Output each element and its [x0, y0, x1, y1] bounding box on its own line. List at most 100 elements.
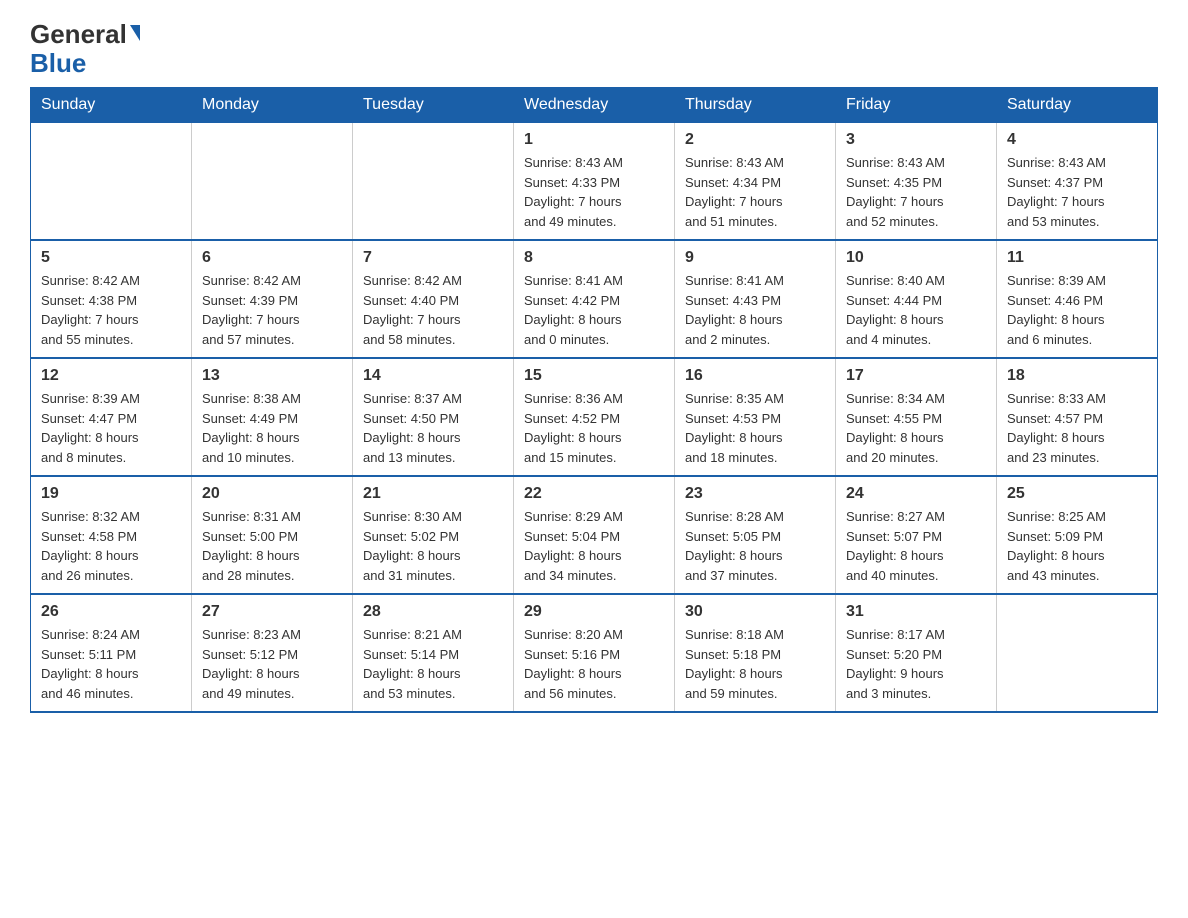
day-number: 5	[41, 249, 181, 267]
day-number: 12	[41, 367, 181, 385]
calendar-cell: 17 Sunrise: 8:34 AM Sunset: 4:55 PM Dayli…	[836, 358, 997, 476]
day-number: 15	[524, 367, 664, 385]
day-number: 2	[685, 131, 825, 149]
day-number: 7	[363, 249, 503, 267]
day-number: 8	[524, 249, 664, 267]
weekday-header-tuesday: Tuesday	[353, 88, 514, 123]
calendar-week-1: 1 Sunrise: 8:43 AM Sunset: 4:33 PM Daylig…	[31, 123, 1158, 241]
day-info: Sunrise: 8:24 AM Sunset: 5:11 PM Dayligh…	[41, 625, 181, 703]
calendar-cell: 28 Sunrise: 8:21 AM Sunset: 5:14 PM Dayli…	[353, 594, 514, 712]
calendar-cell: 9 Sunrise: 8:41 AM Sunset: 4:43 PM Daylig…	[675, 240, 836, 358]
calendar-cell: 30 Sunrise: 8:18 AM Sunset: 5:18 PM Dayli…	[675, 594, 836, 712]
day-number: 31	[846, 603, 986, 621]
logo-triangle-icon	[130, 25, 140, 41]
calendar-cell: 22 Sunrise: 8:29 AM Sunset: 5:04 PM Dayli…	[514, 476, 675, 594]
calendar-cell	[192, 123, 353, 241]
weekday-header-thursday: Thursday	[675, 88, 836, 123]
day-info: Sunrise: 8:18 AM Sunset: 5:18 PM Dayligh…	[685, 625, 825, 703]
calendar-cell: 24Sunrise: 8:27 AM Sunset: 5:07 PM Dayli…	[836, 476, 997, 594]
day-number: 4	[1007, 131, 1147, 149]
day-number: 14	[363, 367, 503, 385]
calendar-cell: 26 Sunrise: 8:24 AM Sunset: 5:11 PM Dayli…	[31, 594, 192, 712]
day-info: Sunrise: 8:36 AM Sunset: 4:52 PM Dayligh…	[524, 389, 664, 467]
day-info: Sunrise: 8:43 AM Sunset: 4:33 PM Dayligh…	[524, 153, 664, 231]
calendar-cell: 19 Sunrise: 8:32 AM Sunset: 4:58 PM Dayli…	[31, 476, 192, 594]
day-info: Sunrise: 8:21 AM Sunset: 5:14 PM Dayligh…	[363, 625, 503, 703]
logo-general: General	[30, 19, 127, 49]
calendar-cell: 5 Sunrise: 8:42 AM Sunset: 4:38 PM Daylig…	[31, 240, 192, 358]
day-number: 29	[524, 603, 664, 621]
calendar-cell: 25Sunrise: 8:25 AM Sunset: 5:09 PM Dayli…	[997, 476, 1158, 594]
day-number: 22	[524, 485, 664, 503]
day-info: Sunrise: 8:42 AM Sunset: 4:39 PM Dayligh…	[202, 271, 342, 349]
calendar-cell: 7 Sunrise: 8:42 AM Sunset: 4:40 PM Daylig…	[353, 240, 514, 358]
day-info: Sunrise: 8:41 AM Sunset: 4:42 PM Dayligh…	[524, 271, 664, 349]
weekday-header-monday: Monday	[192, 88, 353, 123]
weekday-header-sunday: Sunday	[31, 88, 192, 123]
calendar-table: SundayMondayTuesdayWednesdayThursdayFrid…	[30, 87, 1158, 713]
day-number: 3	[846, 131, 986, 149]
day-number: 9	[685, 249, 825, 267]
day-number: 10	[846, 249, 986, 267]
day-info: Sunrise: 8:43 AM Sunset: 4:37 PM Dayligh…	[1007, 153, 1147, 231]
calendar-cell: 4 Sunrise: 8:43 AM Sunset: 4:37 PM Daylig…	[997, 123, 1158, 241]
calendar-cell: 15 Sunrise: 8:36 AM Sunset: 4:52 PM Dayli…	[514, 358, 675, 476]
calendar-week-5: 26 Sunrise: 8:24 AM Sunset: 5:11 PM Dayli…	[31, 594, 1158, 712]
day-number: 1	[524, 131, 664, 149]
calendar-cell: 13 Sunrise: 8:38 AM Sunset: 4:49 PM Dayli…	[192, 358, 353, 476]
day-info: Sunrise: 8:35 AM Sunset: 4:53 PM Dayligh…	[685, 389, 825, 467]
weekday-header-row: SundayMondayTuesdayWednesdayThursdayFrid…	[31, 88, 1158, 123]
day-info: Sunrise: 8:39 AM Sunset: 4:47 PM Dayligh…	[41, 389, 181, 467]
day-info: Sunrise: 8:42 AM Sunset: 4:38 PM Dayligh…	[41, 271, 181, 349]
day-number: 26	[41, 603, 181, 621]
day-info: Sunrise: 8:28 AM Sunset: 5:05 PM Dayligh…	[685, 507, 825, 585]
day-number: 28	[363, 603, 503, 621]
weekday-header-saturday: Saturday	[997, 88, 1158, 123]
day-number: 18	[1007, 367, 1147, 385]
calendar-cell: 11 Sunrise: 8:39 AM Sunset: 4:46 PM Dayli…	[997, 240, 1158, 358]
day-number: 21	[363, 485, 503, 503]
day-number: 11	[1007, 249, 1147, 267]
calendar-week-4: 19 Sunrise: 8:32 AM Sunset: 4:58 PM Dayli…	[31, 476, 1158, 594]
logo-blue: Blue	[30, 48, 86, 78]
calendar-cell: 6 Sunrise: 8:42 AM Sunset: 4:39 PM Daylig…	[192, 240, 353, 358]
logo: General Blue	[30, 20, 140, 77]
day-number: 23	[685, 485, 825, 503]
day-info: Sunrise: 8:32 AM Sunset: 4:58 PM Dayligh…	[41, 507, 181, 585]
day-info: Sunrise: 8:29 AM Sunset: 5:04 PM Dayligh…	[524, 507, 664, 585]
calendar-week-2: 5 Sunrise: 8:42 AM Sunset: 4:38 PM Daylig…	[31, 240, 1158, 358]
day-number: 6	[202, 249, 342, 267]
day-number: 24	[846, 485, 986, 503]
day-info: Sunrise: 8:17 AM Sunset: 5:20 PM Dayligh…	[846, 625, 986, 703]
day-number: 19	[41, 485, 181, 503]
day-info: Sunrise: 8:43 AM Sunset: 4:34 PM Dayligh…	[685, 153, 825, 231]
day-number: 17	[846, 367, 986, 385]
day-info: Sunrise: 8:41 AM Sunset: 4:43 PM Dayligh…	[685, 271, 825, 349]
calendar-cell: 27Sunrise: 8:23 AM Sunset: 5:12 PM Dayli…	[192, 594, 353, 712]
day-info: Sunrise: 8:34 AM Sunset: 4:55 PM Dayligh…	[846, 389, 986, 467]
day-info: Sunrise: 8:39 AM Sunset: 4:46 PM Dayligh…	[1007, 271, 1147, 349]
calendar-cell: 14 Sunrise: 8:37 AM Sunset: 4:50 PM Dayli…	[353, 358, 514, 476]
calendar-cell: 8 Sunrise: 8:41 AM Sunset: 4:42 PM Daylig…	[514, 240, 675, 358]
day-info: Sunrise: 8:33 AM Sunset: 4:57 PM Dayligh…	[1007, 389, 1147, 467]
day-info: Sunrise: 8:43 AM Sunset: 4:35 PM Dayligh…	[846, 153, 986, 231]
day-number: 30	[685, 603, 825, 621]
calendar-cell: 23 Sunrise: 8:28 AM Sunset: 5:05 PM Dayli…	[675, 476, 836, 594]
calendar-cell: 31 Sunrise: 8:17 AM Sunset: 5:20 PM Dayli…	[836, 594, 997, 712]
day-number: 20	[202, 485, 342, 503]
day-info: Sunrise: 8:31 AM Sunset: 5:00 PM Dayligh…	[202, 507, 342, 585]
calendar-cell: 29Sunrise: 8:20 AM Sunset: 5:16 PM Dayli…	[514, 594, 675, 712]
day-info: Sunrise: 8:38 AM Sunset: 4:49 PM Dayligh…	[202, 389, 342, 467]
day-info: Sunrise: 8:37 AM Sunset: 4:50 PM Dayligh…	[363, 389, 503, 467]
day-number: 13	[202, 367, 342, 385]
day-info: Sunrise: 8:30 AM Sunset: 5:02 PM Dayligh…	[363, 507, 503, 585]
calendar-cell	[31, 123, 192, 241]
calendar-cell: 21 Sunrise: 8:30 AM Sunset: 5:02 PM Dayli…	[353, 476, 514, 594]
calendar-cell: 3 Sunrise: 8:43 AM Sunset: 4:35 PM Daylig…	[836, 123, 997, 241]
calendar-cell: 20 Sunrise: 8:31 AM Sunset: 5:00 PM Dayli…	[192, 476, 353, 594]
weekday-header-friday: Friday	[836, 88, 997, 123]
page-header: General Blue	[30, 20, 1158, 77]
calendar-week-3: 12 Sunrise: 8:39 AM Sunset: 4:47 PM Dayli…	[31, 358, 1158, 476]
day-info: Sunrise: 8:42 AM Sunset: 4:40 PM Dayligh…	[363, 271, 503, 349]
weekday-header-wednesday: Wednesday	[514, 88, 675, 123]
